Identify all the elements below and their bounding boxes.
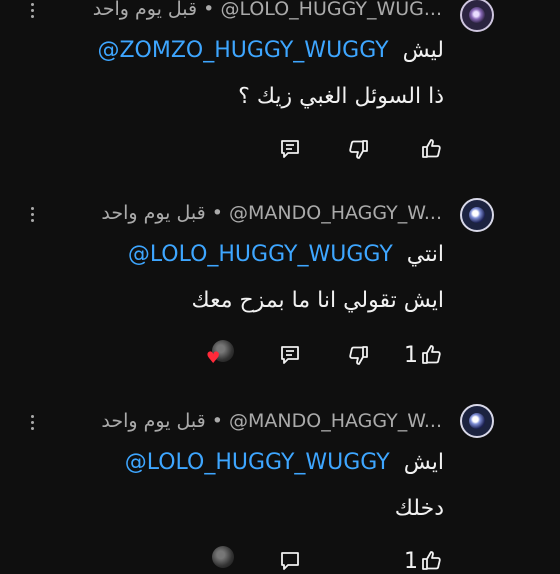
more-vert-icon[interactable]	[25, 1, 39, 19]
mention-link[interactable]: @LOLO_HUGGY_WUGGY	[125, 450, 390, 475]
thumb-up-icon	[422, 345, 441, 364]
comment-item: قبل يوم واحد • @MANDO_HAGGY_W... انتي @L…	[0, 198, 560, 372]
avatar[interactable]	[460, 404, 494, 438]
comment-text-line2: ذا السوئل الغبي زيك ؟	[238, 84, 444, 109]
comment-actions: 1	[0, 546, 560, 574]
comment-text-line2: ايش تقولي انا ما بمزح معك	[191, 288, 444, 313]
meta-separator: •	[203, 0, 215, 20]
comment-meta: قبل يوم واحد • @LOLO_HUGGY_WUG...	[93, 0, 442, 20]
reply-button[interactable]	[278, 548, 302, 574]
more-vert-icon[interactable]	[25, 205, 39, 223]
comment-text-line2: دخلك	[394, 496, 444, 521]
comment-text-prefix: ايش	[403, 450, 444, 475]
reply-button[interactable]	[278, 136, 302, 162]
avatar[interactable]	[460, 0, 494, 32]
thumb-up-icon	[422, 139, 441, 158]
comment-author[interactable]: @MANDO_HAGGY_W...	[229, 410, 442, 432]
comment-age: قبل يوم واحد	[101, 202, 206, 224]
comment-meta: قبل يوم واحد • @MANDO_HAGGY_W...	[101, 202, 442, 224]
comment-item: قبل يوم واحد • @LOLO_HUGGY_WUG... ليش @Z…	[0, 0, 560, 168]
dislike-button[interactable]	[346, 342, 370, 368]
creator-heart-icon	[206, 546, 236, 574]
reply-icon	[281, 552, 299, 570]
comment-text-line1: ليش @ZOMZO_HUGGY_WUGGY	[97, 38, 444, 63]
comment-item: قبل يوم واحد • @MANDO_HAGGY_W... ايش @LO…	[0, 404, 560, 574]
thumb-down-icon	[349, 140, 368, 159]
like-count: 1	[404, 548, 418, 574]
like-count: 1	[404, 342, 418, 368]
like-button[interactable]	[420, 136, 446, 162]
creator-heart-icon: ♥	[206, 340, 236, 368]
thumb-up-icon	[422, 551, 441, 570]
comment-author[interactable]: @LOLO_HUGGY_WUG...	[220, 0, 442, 20]
more-vert-icon[interactable]	[25, 413, 39, 431]
reply-button[interactable]	[278, 342, 302, 368]
like-button[interactable]: 1	[404, 548, 444, 574]
reply-icon	[281, 140, 299, 158]
comment-age: قبل يوم واحد	[101, 410, 206, 432]
avatar[interactable]	[460, 198, 494, 232]
like-button[interactable]: 1	[404, 342, 444, 368]
comment-author[interactable]: @MANDO_HAGGY_W...	[229, 202, 442, 224]
comment-text-line1: ايش @LOLO_HUGGY_WUGGY	[125, 450, 444, 475]
comment-actions: 1 ♥	[0, 340, 560, 368]
comment-meta: قبل يوم واحد • @MANDO_HAGGY_W...	[101, 410, 442, 432]
mention-link[interactable]: @ZOMZO_HUGGY_WUGGY	[97, 38, 388, 63]
comment-age: قبل يوم واحد	[92, 0, 198, 20]
mention-link[interactable]: @LOLO_HUGGY_WUGGY	[128, 242, 393, 267]
comment-text-line1: انتي @LOLO_HUGGY_WUGGY	[128, 242, 444, 267]
reply-icon	[281, 346, 299, 364]
comment-text-prefix: انتي	[406, 242, 444, 267]
comment-text-prefix: ليش	[402, 38, 444, 63]
dislike-button[interactable]	[346, 136, 370, 162]
meta-separator: •	[211, 202, 223, 224]
thumb-down-icon	[349, 346, 368, 365]
comment-actions	[0, 136, 560, 162]
meta-separator: •	[211, 410, 223, 432]
